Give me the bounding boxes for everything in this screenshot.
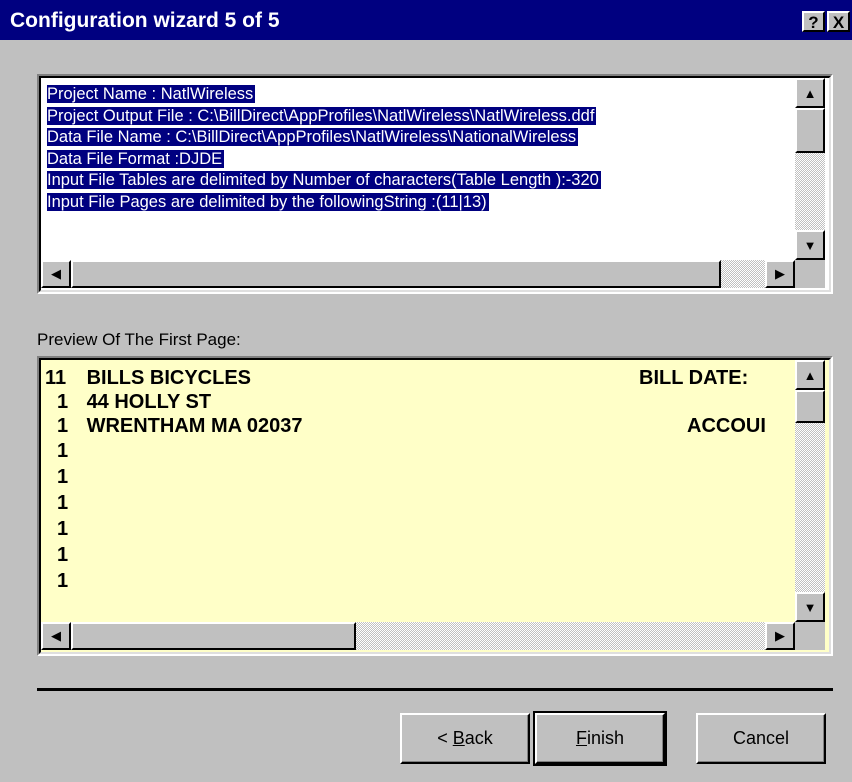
preview-label: Preview Of The First Page: (37, 330, 241, 349)
line-code: 1 (57, 518, 69, 540)
scroll-left-button[interactable]: ◀ (41, 622, 71, 650)
summary-horizontal-scrollbar[interactable]: ◀ ▶ (41, 260, 795, 288)
scroll-thumb[interactable] (71, 260, 721, 288)
scroll-up-button[interactable]: ▲ (795, 78, 825, 108)
preview-right-text: BILL DATE: (639, 367, 749, 389)
finish-button[interactable]: Finish (533, 711, 667, 766)
separator-line (37, 688, 833, 691)
preview-line: 1 (45, 517, 68, 541)
scroll-thumb[interactable] (795, 108, 825, 153)
summary-line: Project Output File : C:\BillDirect\AppP… (47, 106, 597, 125)
summary-line: Data File Name : C:\BillDirect\AppProfil… (47, 128, 579, 146)
scroll-corner (795, 622, 825, 650)
close-button[interactable]: X (827, 11, 850, 32)
summary-line: Data File Format :DJDE (47, 149, 225, 168)
summary-panel[interactable]: Project Name : NatlWireless Project Outp… (37, 74, 833, 294)
scroll-left-button[interactable]: ◀ (41, 260, 71, 288)
preview-line: 11 BILLS BICYCLES (45, 366, 251, 390)
scroll-down-button[interactable]: ▼ (795, 230, 825, 260)
back-accelerator: B (452, 728, 465, 748)
preview-vertical-scrollbar[interactable]: ▲ ▼ (795, 360, 825, 622)
title-bar: Configuration wizard 5 of 5 ? X (0, 0, 852, 40)
back-label-rest: ack (464, 728, 493, 748)
preview-line: 1 44 HOLLY ST (45, 390, 211, 414)
preview-line: 1 (45, 543, 68, 567)
summary-line: Input File Tables are delimited by Numbe… (47, 171, 601, 189)
window-title: Configuration wizard 5 of 5 (10, 9, 280, 32)
back-button[interactable]: < Back (400, 713, 530, 764)
arrow-right-icon: ▶ (775, 628, 785, 643)
arrow-down-icon: ▼ (803, 237, 817, 253)
scroll-right-button[interactable]: ▶ (765, 260, 795, 288)
line-code: 1 (57, 492, 69, 514)
line-code: 11 (45, 367, 67, 389)
scroll-up-button[interactable]: ▲ (795, 360, 825, 390)
summary-vertical-scrollbar[interactable]: ▲ ▼ (795, 78, 825, 260)
preview-horizontal-scrollbar[interactable]: ◀ ▶ (41, 622, 795, 650)
preview-line: 1 WRENTHAM MA 02037 (45, 414, 303, 438)
arrow-right-icon: ▶ (775, 266, 785, 281)
preview-line: 1 (45, 491, 68, 515)
finish-accelerator: F (575, 728, 587, 748)
scroll-corner (795, 260, 825, 288)
preview-line: 1 (45, 465, 68, 489)
line-text: 44 HOLLY ST (86, 391, 212, 413)
arrow-left-icon: ◀ (51, 266, 61, 281)
arrow-down-icon: ▼ (803, 599, 817, 615)
arrow-up-icon: ▲ (803, 85, 817, 101)
scroll-down-button[interactable]: ▼ (795, 592, 825, 622)
arrow-up-icon: ▲ (803, 367, 817, 383)
line-text: WRENTHAM MA 02037 (86, 415, 303, 437)
line-code: 1 (57, 391, 69, 413)
preview-text: 11 BILLS BICYCLES BILL DATE: 1 44 HOLLY … (45, 366, 795, 622)
line-code: 1 (57, 544, 69, 566)
back-prefix: < (437, 728, 453, 748)
summary-line: Project Name : NatlWireless (47, 85, 256, 103)
help-button[interactable]: ? (802, 11, 825, 32)
line-code: 1 (57, 466, 69, 488)
cancel-button[interactable]: Cancel (696, 713, 826, 764)
line-code: 1 (57, 570, 69, 592)
line-code: 1 (57, 440, 69, 462)
finish-label-rest: inish (586, 728, 625, 748)
scroll-thumb[interactable] (795, 390, 825, 423)
line-text: BILLS BICYCLES (86, 367, 252, 389)
preview-line: 1 (45, 569, 68, 593)
preview-line: 1 (45, 439, 68, 463)
preview-panel[interactable]: 11 BILLS BICYCLES BILL DATE: 1 44 HOLLY … (37, 356, 833, 656)
preview-right-text: ACCOUI (687, 415, 766, 437)
summary-line: Input File Pages are delimited by the fo… (47, 192, 489, 211)
line-code: 1 (57, 415, 69, 437)
arrow-left-icon: ◀ (51, 628, 61, 643)
scroll-right-button[interactable]: ▶ (765, 622, 795, 650)
summary-text: Project Name : NatlWireless Project Outp… (47, 84, 791, 252)
scroll-thumb[interactable] (71, 622, 356, 650)
